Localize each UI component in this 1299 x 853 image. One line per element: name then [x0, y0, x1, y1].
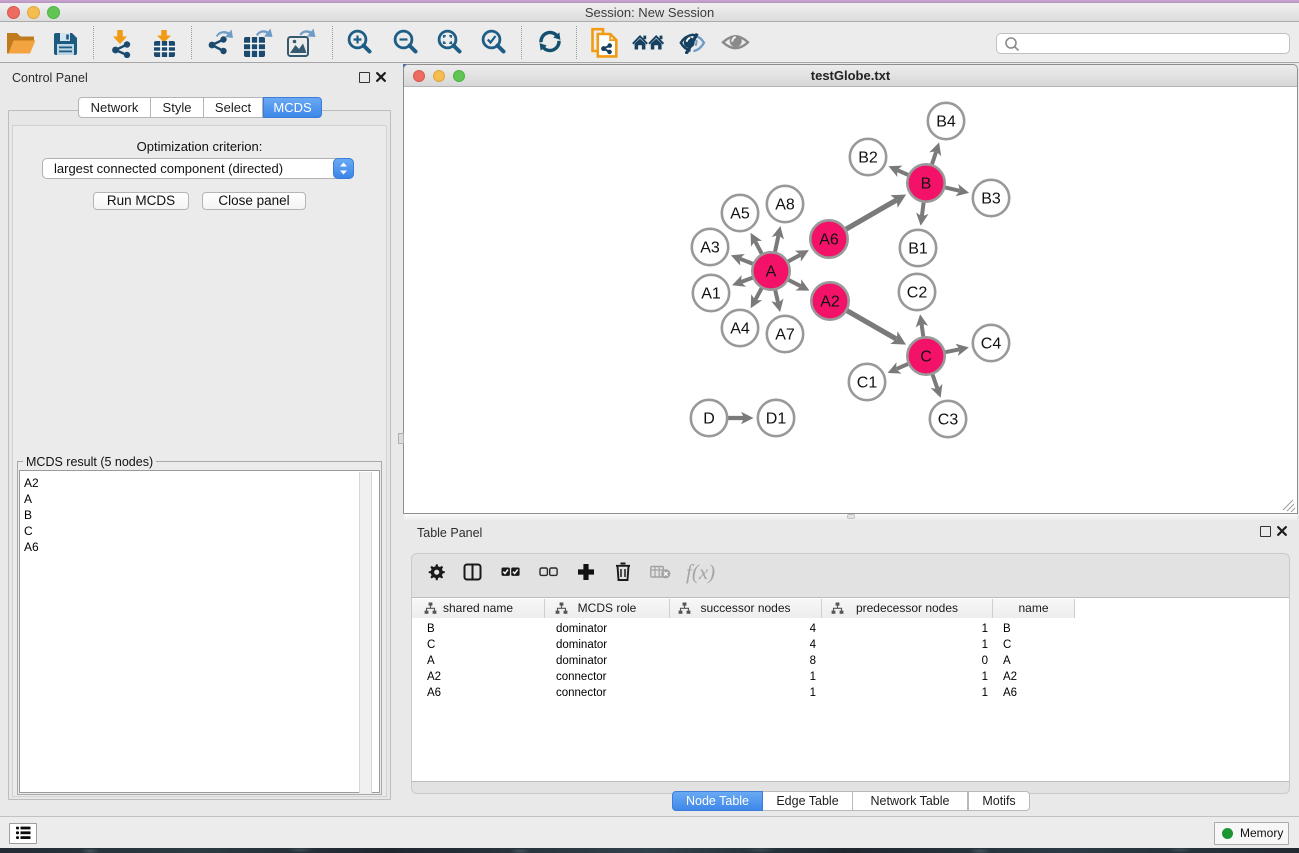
- svg-text:B: B: [921, 176, 932, 193]
- svg-text:D1: D1: [766, 411, 787, 428]
- svg-text:C: C: [920, 349, 932, 366]
- svg-text:A4: A4: [730, 321, 750, 338]
- svg-text:B2: B2: [858, 150, 878, 167]
- svg-text:B4: B4: [936, 114, 956, 131]
- svg-text:C1: C1: [857, 375, 878, 392]
- svg-text:A7: A7: [775, 327, 795, 344]
- svg-text:A5: A5: [730, 206, 750, 223]
- svg-text:A1: A1: [701, 286, 721, 303]
- svg-text:C2: C2: [907, 285, 928, 302]
- svg-text:D: D: [703, 411, 715, 428]
- svg-text:A3: A3: [700, 240, 720, 257]
- svg-text:B3: B3: [981, 191, 1001, 208]
- svg-text:C3: C3: [938, 412, 959, 429]
- svg-text:B1: B1: [908, 241, 928, 258]
- svg-text:C4: C4: [981, 336, 1002, 353]
- svg-text:A6: A6: [819, 232, 839, 249]
- svg-text:A: A: [766, 264, 777, 281]
- svg-text:A2: A2: [820, 294, 840, 311]
- svg-text:A8: A8: [775, 197, 795, 214]
